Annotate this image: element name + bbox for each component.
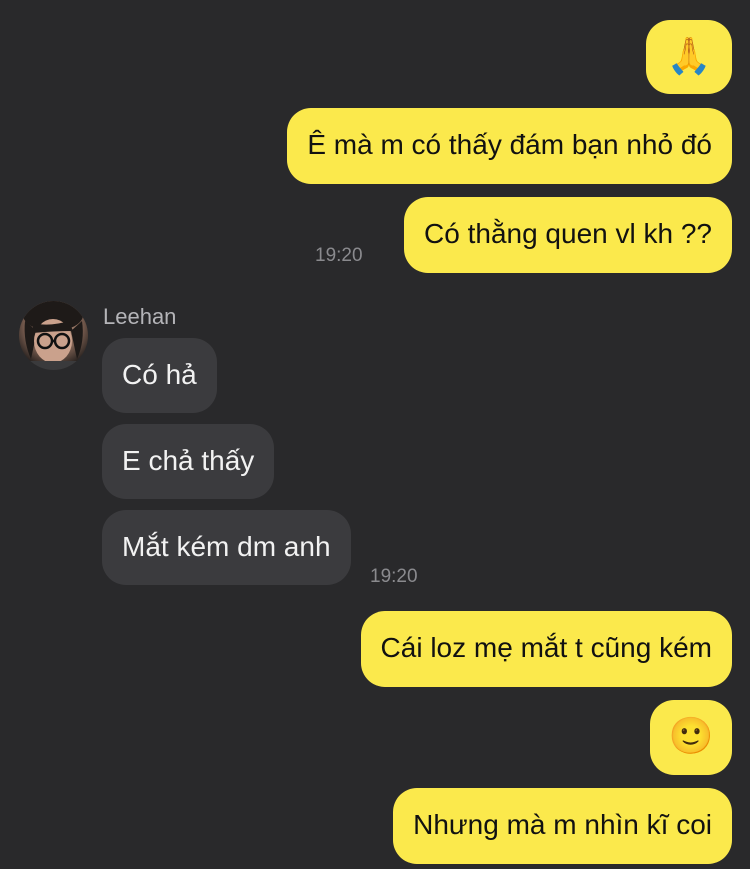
message-timestamp: 19:20 — [315, 245, 363, 266]
message-text: Nhưng mà m nhìn kĩ coi — [413, 809, 712, 840]
folded-hands-emoji: 🙏 — [666, 36, 712, 77]
incoming-message[interactable]: Có hả — [102, 338, 217, 413]
avatar-image — [19, 301, 88, 370]
message-text: Cái loz mẹ mắt t cũng kém — [380, 632, 712, 663]
message-text: Mắt kém dm anh — [122, 531, 331, 562]
chat-window: 🙏 Ê mà m có thấy đám bạn nhỏ đó Có thằng… — [0, 0, 750, 869]
sender-avatar[interactable] — [19, 301, 88, 370]
message-text: Ê mà m có thấy đám bạn nhỏ đó — [307, 129, 712, 160]
outgoing-message[interactable]: Ê mà m có thấy đám bạn nhỏ đó — [287, 108, 732, 184]
outgoing-message-emoji[interactable]: 🙏 — [646, 20, 732, 94]
outgoing-message-emoji[interactable]: 🙂 — [650, 700, 732, 775]
outgoing-message[interactable]: Nhưng mà m nhìn kĩ coi — [393, 788, 732, 864]
outgoing-message[interactable]: Có thằng quen vl kh ?? — [404, 197, 732, 273]
smiling-face-emoji: 🙂 — [668, 716, 714, 757]
incoming-message[interactable]: Mắt kém dm anh — [102, 510, 351, 585]
message-timestamp: 19:20 — [370, 566, 418, 587]
outgoing-message[interactable]: Cái loz mẹ mắt t cũng kém — [360, 611, 732, 687]
message-text: Có thằng quen vl kh ?? — [424, 218, 712, 249]
message-text: E chả thấy — [122, 445, 255, 476]
message-text: Có hả — [122, 359, 197, 390]
incoming-message[interactable]: E chả thấy — [102, 424, 275, 499]
sender-name: Leehan — [103, 304, 177, 329]
